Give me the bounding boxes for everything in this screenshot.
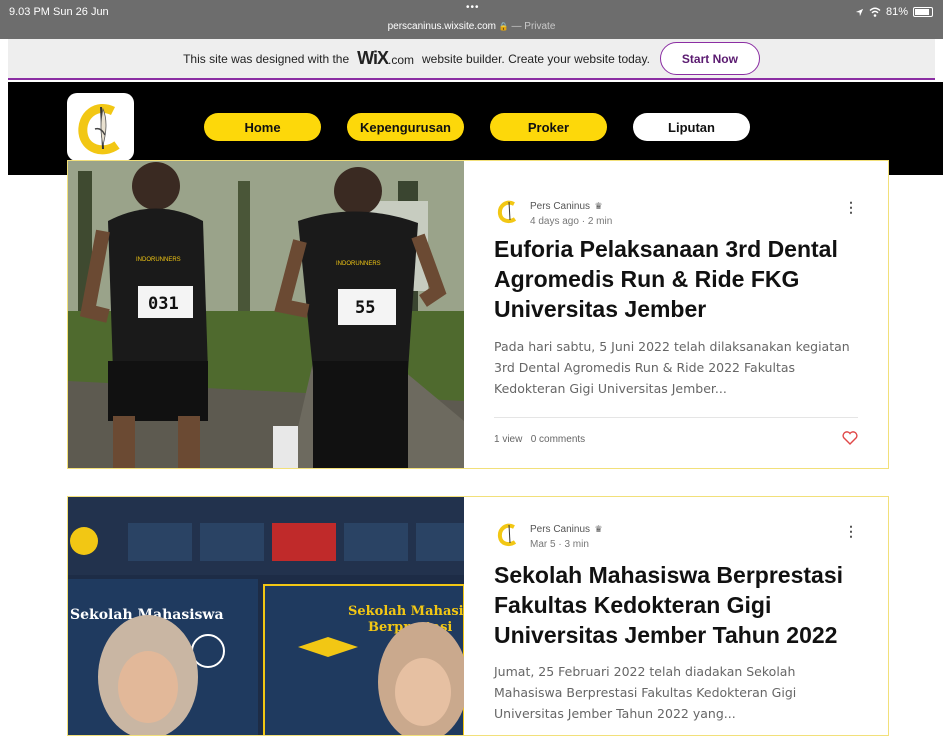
svg-text:INDORUNNERS: INDORUNNERS	[336, 261, 381, 267]
post-card[interactable]: Sekolah Mahasiswa Sekolah Mahasiswa Berp…	[67, 496, 889, 736]
status-icons: 81%	[855, 6, 933, 18]
post-title[interactable]: Euforia Pelaksanaan 3rd Dental Agromedis…	[494, 234, 858, 324]
admin-crown-icon: ♛	[594, 524, 603, 534]
nav-proker[interactable]: Proker	[490, 113, 607, 141]
post-author-row: Pers Caninus ♛ 4 days ago · 2 min	[494, 196, 612, 227]
wix-logo[interactable]: WiX.com	[357, 48, 414, 69]
nav-home[interactable]: Home	[204, 113, 321, 141]
status-time: 9.03 PM Sun 26 Jun	[9, 6, 109, 18]
lock-icon: 🔒	[498, 22, 509, 31]
svg-text:Sekolah Mahasiswa: Sekolah Mahasiswa	[348, 604, 464, 619]
post-card[interactable]: 031 INDORUNNERS 55 INDORUNNERS Pers Cani…	[67, 160, 889, 469]
browser-status-bar: 9.03 PM Sun 26 Jun ••• perscaninus.wixsi…	[0, 0, 943, 39]
comment-count[interactable]: 0 comments	[531, 434, 585, 445]
post-excerpt: Pada hari sabtu, 5 Juni 2022 telah dilak…	[494, 339, 850, 396]
location-icon	[855, 8, 864, 16]
wifi-icon	[869, 7, 881, 17]
private-label: — Private	[511, 21, 556, 32]
post-meta: 4 days ago · 2 min	[530, 216, 613, 227]
wix-promo-banner: This site was designed with the WiX.com …	[8, 39, 935, 80]
battery-icon	[913, 7, 933, 17]
author-avatar[interactable]	[494, 196, 524, 226]
site-logo[interactable]	[67, 93, 134, 161]
nav-kepengurusan[interactable]: Kepengurusan	[347, 113, 464, 141]
start-now-button[interactable]: Start Now	[659, 42, 760, 75]
post-author-row: Pers Caninus ♛ Mar 5 · 3 min	[494, 519, 603, 550]
tab-overview-dots[interactable]: •••	[466, 2, 480, 13]
author-name[interactable]: Pers Caninus	[530, 201, 590, 212]
wix-banner-text-before: This site was designed with the	[183, 51, 350, 66]
url-text: perscaninus.wixsite.com	[387, 21, 496, 32]
post-cover-image[interactable]: 031 INDORUNNERS 55 INDORUNNERS	[68, 161, 464, 468]
post-cover-image[interactable]: Sekolah Mahasiswa Sekolah Mahasiswa Berp…	[68, 497, 464, 735]
post-title[interactable]: Sekolah Mahasiswa Berprestasi Fakultas K…	[494, 560, 858, 650]
post-stats: 1 view 0 comments	[494, 434, 585, 445]
post-meta: Mar 5 · 3 min	[530, 539, 589, 550]
more-options-icon[interactable]: ⋮	[844, 199, 858, 216]
author-avatar[interactable]	[494, 519, 524, 549]
nav-liputan[interactable]: Liputan	[633, 113, 750, 141]
post-divider	[494, 417, 858, 418]
address-bar[interactable]: perscaninus.wixsite.com 🔒 — Private	[0, 21, 943, 32]
post-date: 4 days ago	[530, 216, 579, 227]
bib-55: 55	[355, 298, 375, 318]
bib-031: 031	[148, 294, 179, 314]
read-time: 2 min	[587, 216, 613, 227]
svg-text:INDORUNNERS: INDORUNNERS	[136, 257, 181, 263]
heart-icon[interactable]	[842, 431, 858, 450]
view-count: 1 view	[494, 434, 523, 445]
post-date: Mar 5	[530, 539, 556, 550]
admin-crown-icon: ♛	[594, 201, 603, 211]
read-time: 3 min	[564, 539, 589, 550]
more-options-icon[interactable]: ⋮	[844, 523, 858, 540]
post-excerpt: Jumat, 25 Februari 2022 telah diadakan S…	[494, 664, 797, 721]
author-name[interactable]: Pers Caninus	[530, 524, 590, 535]
wix-banner-text-after: website builder. Create your website tod…	[422, 51, 650, 66]
battery-percent: 81%	[885, 6, 908, 18]
